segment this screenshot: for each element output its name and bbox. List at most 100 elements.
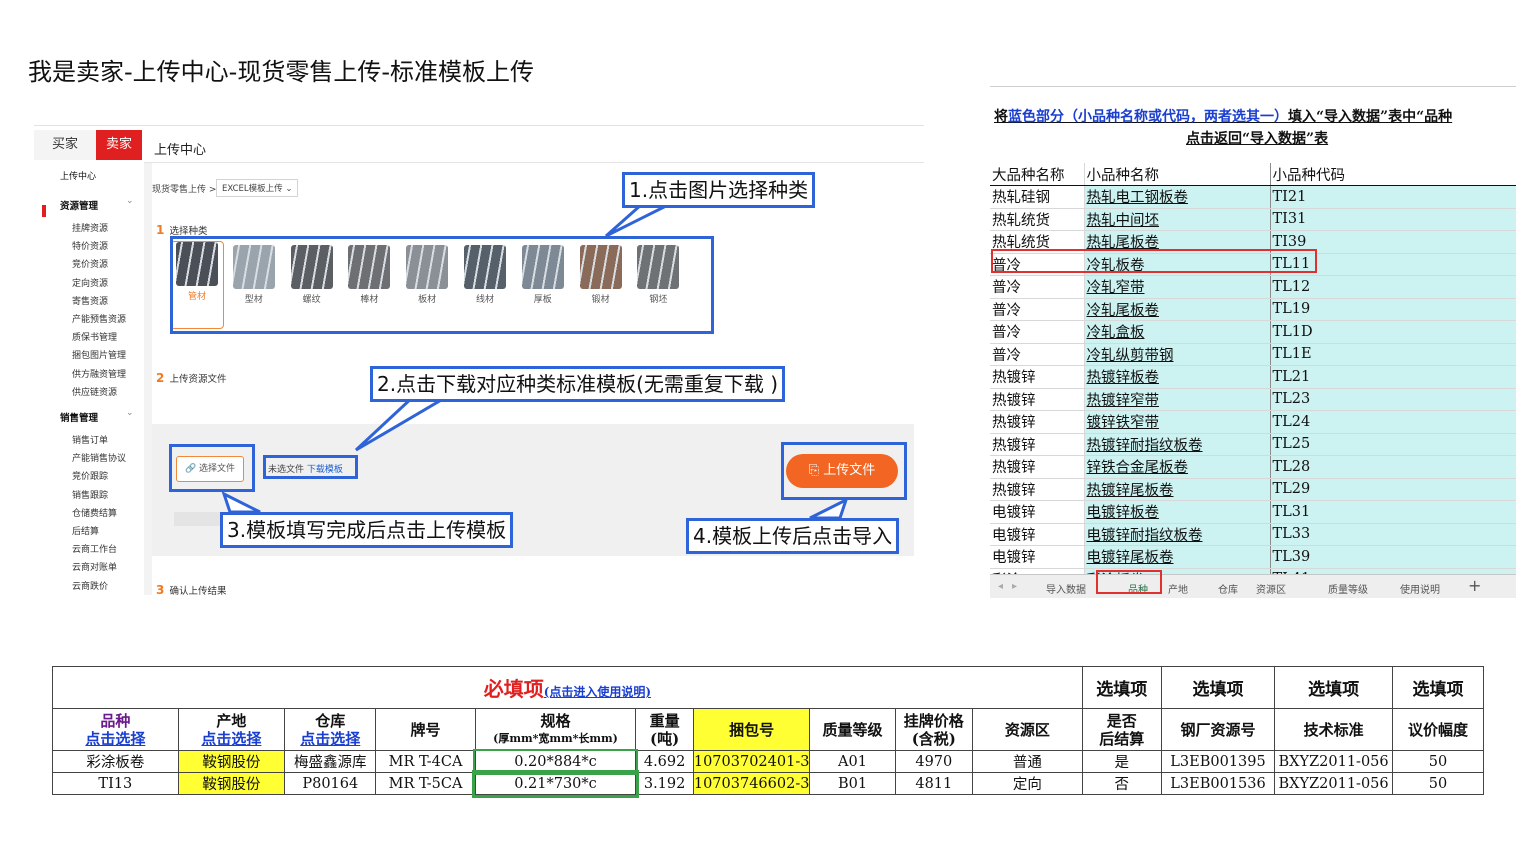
- table-row[interactable]: 热镀锌 镀锌铁窄带 TL24: [990, 410, 1516, 434]
- table-cell[interactable]: 热镀锌: [990, 365, 1085, 389]
- table-cell[interactable]: 普通: [972, 750, 1083, 773]
- table-cell[interactable]: 热轧硅钢: [990, 185, 1085, 209]
- sheet-tab[interactable]: 使用说明: [1400, 581, 1440, 596]
- table-cell[interactable]: 0.21*730*c: [472, 769, 639, 798]
- origin-select-link[interactable]: 点击选择: [179, 730, 284, 748]
- table-cell[interactable]: BXYZ2011-056: [1274, 750, 1393, 773]
- table-cell[interactable]: 4811: [894, 772, 974, 795]
- table-row[interactable]: 电镀锌 电镀锌板卷 TL31: [990, 500, 1516, 524]
- table-cell[interactable]: 热镀锌: [990, 478, 1085, 501]
- table-row[interactable]: 普冷 冷轧窄带 TL12: [990, 275, 1516, 299]
- usage-guide-link[interactable]: (点击进入使用说明): [544, 685, 651, 699]
- table-cell[interactable]: 彩涂板卷: [52, 750, 179, 773]
- table-cell[interactable]: 50: [1391, 750, 1485, 773]
- table-cell[interactable]: 普冷: [990, 298, 1085, 321]
- table-cell[interactable]: 热镀锌: [990, 410, 1085, 434]
- add-sheet-icon[interactable]: +: [1468, 576, 1481, 595]
- sheet-tab[interactable]: 产地: [1168, 581, 1188, 596]
- table-cell[interactable]: L3EB001536: [1160, 772, 1276, 795]
- prev-sheet-icon[interactable]: ◂: [998, 581, 1003, 592]
- table-cell[interactable]: TL23: [1270, 388, 1516, 411]
- table-cell[interactable]: 梅盛鑫源库: [284, 750, 377, 773]
- table-row[interactable]: 电镀锌 电镀锌耐指纹板卷 TL33: [990, 523, 1516, 546]
- table-cell[interactable]: 电镀锌: [990, 545, 1085, 569]
- table-cell[interactable]: 电镀锌: [990, 523, 1085, 546]
- table-row[interactable]: 热镀锌 热镀锌窄带 TL23: [990, 388, 1516, 411]
- table-cell[interactable]: 50: [1391, 772, 1485, 795]
- table-cell[interactable]: TL29: [1270, 478, 1516, 501]
- table-row[interactable]: TI13 鞍钢股份 P80164 MR T-5CA 0.21*730*c 3.192 107…: [52, 769, 1485, 798]
- table-cell[interactable]: 鞍钢股份: [177, 750, 286, 773]
- table-row[interactable]: 热镀锌 热镀锌耐指纹板卷 TL25: [990, 433, 1516, 456]
- table-cell[interactable]: MR T-5CA: [375, 772, 476, 795]
- table-cell[interactable]: TL33: [1270, 523, 1516, 546]
- sheet-tab[interactable]: 仓库: [1218, 581, 1238, 596]
- table-row[interactable]: 热轧硅钢 热轧电工钢板卷 TI21: [990, 185, 1516, 209]
- sheet-tab[interactable]: 资源区: [1256, 581, 1286, 596]
- table-cell[interactable]: TL28: [1270, 455, 1516, 479]
- table-cell[interactable]: 热镀锌尾板卷: [1084, 478, 1271, 501]
- table-cell[interactable]: 电镀锌尾板卷: [1084, 545, 1271, 569]
- table-row[interactable]: 普冷 冷轧纵剪带钢 TL1E: [990, 343, 1516, 366]
- table-cell[interactable]: 鞍钢股份: [177, 772, 286, 795]
- back-to-import-link[interactable]: 点击返回“导入数据”表: [1186, 128, 1328, 148]
- table-cell[interactable]: 热轧中间坯: [1084, 208, 1271, 231]
- table-cell[interactable]: 普冷: [990, 275, 1085, 299]
- table-cell[interactable]: 普冷: [990, 320, 1085, 344]
- table-cell[interactable]: 热镀锌: [990, 388, 1085, 411]
- table-cell[interactable]: TL12: [1270, 275, 1516, 299]
- table-row[interactable]: 彩涂板卷 鞍钢股份 梅盛鑫源库 MR T-4CA 0.20*884*c 4.692 1070…: [52, 748, 1485, 775]
- table-cell[interactable]: 电镀锌板卷: [1084, 500, 1271, 524]
- table-cell[interactable]: 定向: [972, 772, 1083, 795]
- table-row[interactable]: 热镀锌 热镀锌板卷 TL21: [990, 365, 1516, 389]
- table-cell[interactable]: TL19: [1270, 298, 1516, 321]
- warehouse-select-link[interactable]: 点击选择: [285, 730, 375, 748]
- table-cell[interactable]: 电镀锌耐指纹板卷: [1084, 523, 1271, 546]
- table-cell[interactable]: TI21: [1270, 185, 1516, 209]
- table-cell[interactable]: 热镀锌窄带: [1084, 388, 1271, 411]
- table-cell[interactable]: TI13: [52, 772, 179, 795]
- table-cell[interactable]: 0.20*884*c: [473, 748, 638, 775]
- table-cell[interactable]: MR T-4CA: [375, 750, 476, 773]
- table-cell[interactable]: P80164: [284, 772, 377, 795]
- table-cell[interactable]: TL1D: [1270, 320, 1516, 344]
- table-cell[interactable]: TL21: [1270, 365, 1516, 389]
- table-cell[interactable]: 是: [1081, 750, 1162, 773]
- table-cell[interactable]: TI31: [1270, 208, 1516, 231]
- table-row[interactable]: 普冷 冷轧尾板卷 TL19: [990, 298, 1516, 321]
- table-cell[interactable]: 冷轧尾板卷: [1084, 298, 1271, 321]
- table-cell[interactable]: 普冷: [990, 343, 1085, 366]
- table-row[interactable]: 普冷 冷轧盒板 TL1D: [990, 320, 1516, 344]
- table-row[interactable]: 热轧统货 热轧中间坯 TI31: [990, 208, 1516, 231]
- table-cell[interactable]: 否: [1081, 772, 1162, 795]
- table-cell[interactable]: 10703746602-3: [692, 772, 811, 795]
- table-cell[interactable]: 热镀锌耐指纹板卷: [1084, 433, 1271, 456]
- next-sheet-icon[interactable]: ▸: [1012, 581, 1017, 592]
- table-cell[interactable]: 热镀锌: [990, 433, 1085, 456]
- table-cell[interactable]: 电镀锌: [990, 500, 1085, 524]
- table-cell[interactable]: 3.192: [635, 772, 694, 795]
- sheet-tab[interactable]: 质量等级: [1328, 581, 1368, 596]
- table-cell[interactable]: BXYZ2011-056: [1274, 772, 1393, 795]
- table-cell[interactable]: L3EB001395: [1160, 750, 1276, 773]
- table-cell[interactable]: 4970: [894, 750, 974, 773]
- table-cell[interactable]: 热轧电工钢板卷: [1084, 185, 1271, 209]
- table-cell[interactable]: 热镀锌板卷: [1084, 365, 1271, 389]
- table-cell[interactable]: 冷轧盒板: [1084, 320, 1271, 344]
- table-cell[interactable]: 冷轧窄带: [1084, 275, 1271, 299]
- table-cell[interactable]: B01: [809, 772, 896, 795]
- table-cell[interactable]: TL25: [1270, 433, 1516, 456]
- table-cell[interactable]: 10703702401-3: [692, 750, 811, 773]
- sheet-tab[interactable]: 导入数据: [1046, 581, 1086, 596]
- variety-select-link[interactable]: 点击选择: [53, 730, 178, 748]
- table-cell[interactable]: 冷轧纵剪带钢: [1084, 343, 1271, 366]
- table-cell[interactable]: 热轧统货: [990, 208, 1085, 231]
- table-cell[interactable]: 锌铁合金尾板卷: [1084, 455, 1271, 479]
- table-row[interactable]: 热镀锌 锌铁合金尾板卷 TL28: [990, 455, 1516, 479]
- table-row[interactable]: 电镀锌 电镀锌尾板卷 TL39: [990, 545, 1516, 569]
- table-cell[interactable]: TL31: [1270, 500, 1516, 524]
- table-row[interactable]: 热镀锌 热镀锌尾板卷 TL29: [990, 478, 1516, 501]
- table-cell[interactable]: 热镀锌: [990, 455, 1085, 479]
- table-cell[interactable]: TL1E: [1270, 343, 1516, 366]
- table-cell[interactable]: TL24: [1270, 410, 1516, 434]
